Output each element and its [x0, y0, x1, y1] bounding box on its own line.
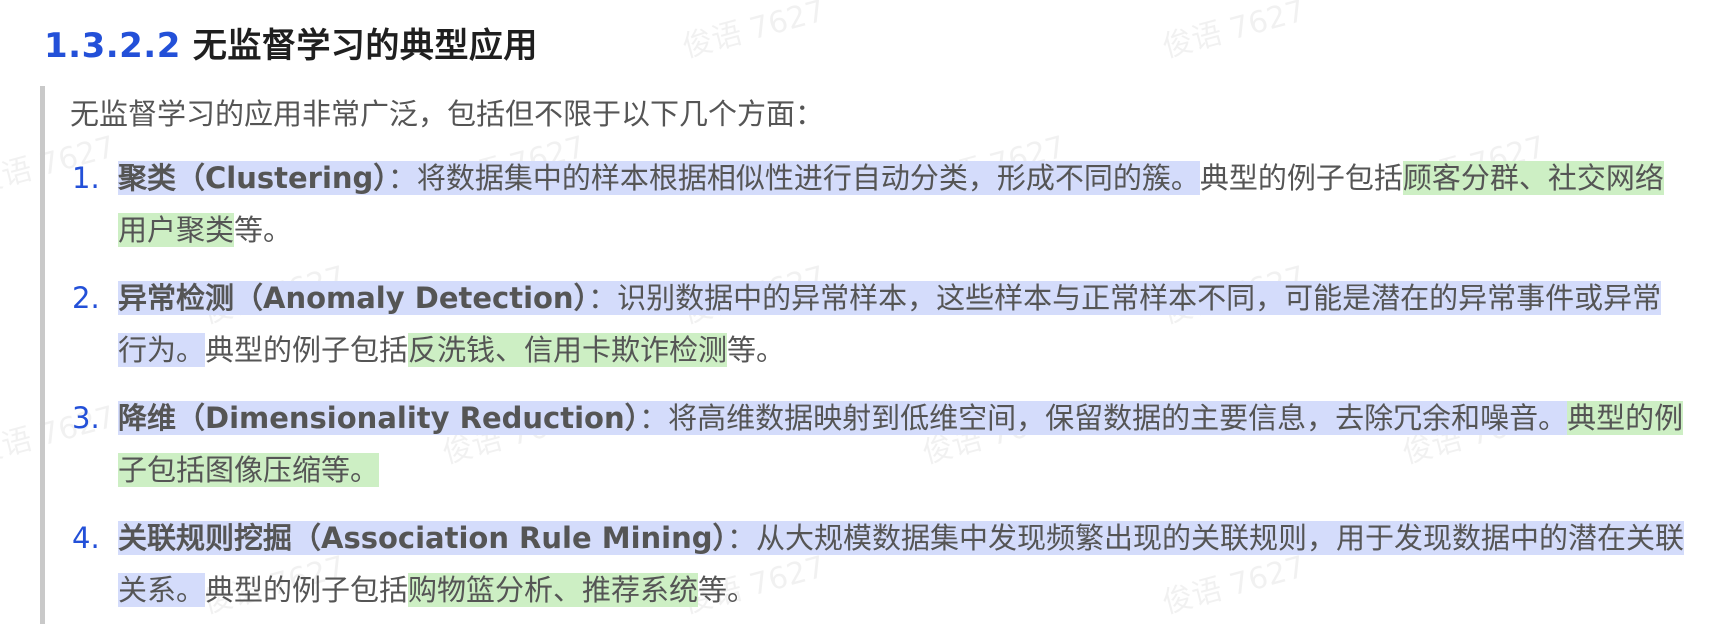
blockquote-bar: [40, 86, 45, 624]
term-colon: ：: [727, 521, 757, 555]
term-label: 聚类（Clustering）: [118, 161, 388, 195]
example-end: 等。: [698, 573, 757, 607]
application-list: 1. 聚类（Clustering）：将数据集中的样本根据相似性进行自动分类，形成…: [70, 152, 1690, 632]
list-item: 2. 异常检测（Anomaly Detection）：识别数据中的异常样本，这些…: [70, 272, 1690, 376]
section-number: 1.3.2.2: [44, 26, 181, 66]
example-lead: 典型的例子包括: [1199, 161, 1403, 195]
term-colon: ：: [387, 161, 417, 195]
list-item: 1. 聚类（Clustering）：将数据集中的样本根据相似性进行自动分类，形成…: [70, 152, 1690, 256]
list-index: 4.: [72, 521, 100, 555]
section-title: 无监督学习的典型应用: [192, 26, 538, 66]
term-label: 降维（Dimensionality Reduction）: [118, 401, 640, 435]
list-index: 1.: [72, 161, 100, 195]
highlight-examples: 购物篮分析、推荐系统: [408, 573, 699, 607]
term-label: 异常检测（Anomaly Detection）: [118, 281, 589, 315]
term-label: 关联规则挖掘（Association Rule Mining）: [118, 521, 728, 555]
term-description: 将数据集中的样本根据相似性进行自动分类，形成不同的簇。: [416, 161, 1200, 195]
list-item: 3. 降维（Dimensionality Reduction）：将高维数据映射到…: [70, 392, 1690, 496]
list-index: 3.: [72, 401, 100, 435]
watermark: 俊语 7627: [1158, 0, 1309, 66]
term-description: 将高维数据映射到低维空间，保留数据的主要信息，去除冗余和噪音。: [668, 401, 1568, 435]
intro-text: 无监督学习的应用非常广泛，包括但不限于以下几个方面：: [70, 97, 825, 131]
example-end: 等。: [234, 213, 293, 247]
list-index: 2.: [72, 281, 100, 315]
section-heading: 1.3.2.2 无监督学习的典型应用: [44, 18, 538, 74]
term-colon: ：: [639, 401, 669, 435]
highlight-definition: 降维（Dimensionality Reduction）：将高维数据映射到低维空…: [118, 401, 1568, 435]
watermark: 俊语 7627: [678, 0, 829, 66]
highlight-definition: 聚类（Clustering）：将数据集中的样本根据相似性进行自动分类，形成不同的…: [118, 161, 1200, 195]
example-lead: 典型的例子包括: [205, 573, 409, 607]
example-lead: 典型的例子包括: [205, 333, 409, 367]
list-item: 4. 关联规则挖掘（Association Rule Mining）：从大规模数…: [70, 512, 1690, 616]
term-colon: ：: [588, 281, 618, 315]
highlight-examples: 反洗钱、信用卡欺诈检测: [408, 333, 728, 367]
example-end: 等。: [727, 333, 786, 367]
